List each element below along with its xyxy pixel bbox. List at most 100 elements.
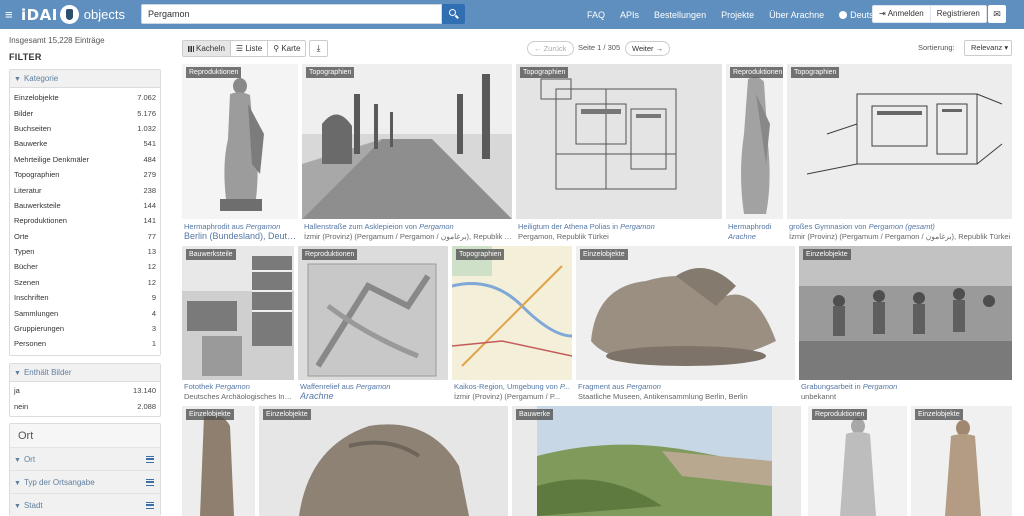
result-card[interactable]: Einzelobjekte	[182, 406, 255, 516]
card-thumbnail[interactable]: Einzelobjekte	[182, 406, 255, 516]
facet-item[interactable]: Topographien 279	[10, 167, 160, 182]
view-list-button[interactable]: ☰ Liste	[229, 41, 267, 56]
pager-next-button[interactable]: Weiter →	[625, 41, 671, 56]
card-title[interactable]: Waffenrelief aus Pergamon	[300, 382, 448, 391]
card-subtitle[interactable]: Arachne	[728, 232, 783, 241]
card-thumbnail[interactable]: Reproduktionen	[808, 406, 907, 516]
page-info: Seite 1 / 305	[578, 43, 621, 52]
result-card[interactable]: Reproduktionen Hermaphrodi Arachne	[726, 64, 783, 243]
facet-item[interactable]: nein 2.088	[10, 398, 160, 413]
card-title[interactable]: Fragment aus Pergamon	[578, 382, 795, 391]
card-title[interactable]: Fotothek Pergamon	[184, 382, 294, 391]
login-icon: ⇥	[879, 9, 886, 18]
register-button[interactable]: Registrieren	[929, 6, 986, 22]
search-button[interactable]	[442, 4, 465, 24]
facet-item[interactable]: Bauwerke 541	[10, 136, 160, 151]
list-icon[interactable]	[146, 478, 154, 486]
facet-item-label: Reproduktionen	[14, 216, 67, 226]
card-title[interactable]: Kaikos-Region, Umgebung von P...	[454, 382, 572, 391]
facet-item[interactable]: Bücher 12	[10, 259, 160, 274]
result-card[interactable]: Topographien Heiligtum der Athena Polias…	[516, 64, 722, 243]
card-thumbnail[interactable]: Topographien	[452, 246, 572, 380]
result-card[interactable]: Einzelobjekte Fragment aus Pergamon Staa…	[576, 246, 795, 402]
card-title[interactable]: Hermaphrodi	[728, 222, 783, 231]
card-thumbnail[interactable]: Einzelobjekte	[911, 406, 1012, 516]
facet-item[interactable]: Szenen 12	[10, 275, 160, 290]
contact-button[interactable]: ✉	[988, 5, 1006, 23]
facet-item[interactable]: Buchseiten 1.032	[10, 121, 160, 136]
card-title[interactable]: Grabungsarbeit in Pergamon	[801, 382, 1012, 391]
facet-typ-ortsangabe[interactable]: ▼ Typ der Ortsangabe	[10, 471, 160, 494]
result-card[interactable]: Reproduktionen	[808, 406, 907, 516]
result-card[interactable]: Topographien großes Gymnasion von Pergam…	[787, 64, 1012, 243]
result-card[interactable]: Bauwerksteile Fotothek Pergamon Deutsche…	[182, 246, 294, 402]
nav-link-faq[interactable]: FAQ	[587, 10, 605, 20]
facet-item[interactable]: Mehrteilige Denkmäler 484	[10, 152, 160, 167]
facet-item-count: 1.032	[137, 123, 156, 133]
result-card[interactable]: Einzelobjekte	[259, 406, 508, 516]
card-thumbnail[interactable]: Einzelobjekte	[799, 246, 1012, 380]
card-thumbnail[interactable]: Topographien	[302, 64, 512, 219]
card-thumbnail[interactable]: Reproduktionen	[182, 64, 298, 219]
view-map-button[interactable]: ⚲ Karte	[267, 41, 305, 56]
hamburger-menu-icon[interactable]: ≡	[5, 8, 15, 21]
nav-link-ueber-arachne[interactable]: Über Arachne	[769, 10, 824, 20]
nav-link-bestellungen[interactable]: Bestellungen	[654, 10, 706, 20]
facet-item[interactable]: Sammlungen 4	[10, 305, 160, 320]
card-title[interactable]: Heiligtum der Athena Polias in Pergamon	[518, 222, 722, 231]
statue-image	[726, 64, 783, 219]
card-title[interactable]: Hermaphrodit aus Pergamon	[184, 222, 298, 231]
nav-link-projekte[interactable]: Projekte	[721, 10, 754, 20]
facet-item[interactable]: Gruppierungen 3	[10, 321, 160, 336]
card-thumbnail[interactable]: Topographien	[516, 64, 722, 219]
card-thumbnail[interactable]: Reproduktionen	[298, 246, 448, 380]
facet-kategorie-header[interactable]: ▼ Kategorie	[10, 70, 160, 88]
result-card[interactable]: Topographien Kaikos-Region, Umgebung von…	[452, 246, 572, 402]
card-thumbnail[interactable]: Bauwerke	[512, 406, 801, 516]
search-input[interactable]	[141, 4, 442, 24]
facet-item[interactable]: ja 13.140	[10, 383, 160, 398]
card-thumbnail[interactable]: Einzelobjekte	[576, 246, 795, 380]
facet-item[interactable]: Inschriften 9	[10, 290, 160, 305]
result-card[interactable]: Reproduktionen Hermaphrodit aus Pergamon…	[182, 64, 298, 243]
pager-back-button[interactable]: ← Zurück	[527, 41, 574, 56]
result-card[interactable]: Einzelobjekte Grabungsarbeit in Pergamon…	[799, 246, 1012, 402]
card-subtitle[interactable]: Arachne	[300, 391, 448, 401]
facet-item[interactable]: Einzelobjekte 7.062	[10, 90, 160, 105]
chevron-down-icon: ▼	[14, 456, 21, 464]
card-thumbnail[interactable]: Topographien	[787, 64, 1012, 219]
facet-item[interactable]: Orte 77	[10, 229, 160, 244]
result-card[interactable]: Bauwerke	[512, 406, 801, 516]
facet-item[interactable]: Literatur 238	[10, 182, 160, 197]
facet-item[interactable]: Typen 13	[10, 244, 160, 259]
chevron-down-icon: ▼	[14, 76, 21, 83]
nav-link-apis[interactable]: APIs	[620, 10, 639, 20]
facet-item[interactable]: Reproduktionen 141	[10, 213, 160, 228]
facet-item-label: Literatur	[14, 185, 42, 195]
card-thumbnail[interactable]: Bauwerksteile	[182, 246, 294, 380]
facet-item-label: Typen	[14, 247, 35, 257]
card-title[interactable]: großes Gymnasion von Pergamon (gesamt)	[789, 222, 1012, 231]
list-icon[interactable]	[146, 501, 154, 509]
facet-item[interactable]: Bauwerksteile 144	[10, 198, 160, 213]
facet-bilder-header[interactable]: ▼ Enthält Bilder	[10, 364, 160, 382]
result-card[interactable]: Topographien Hallenstraße zum Asklepieio…	[302, 64, 512, 243]
list-icon[interactable]	[146, 455, 154, 463]
result-card[interactable]: Reproduktionen Waffenrelief aus Pergamon…	[298, 246, 448, 402]
card-thumbnail[interactable]: Reproduktionen	[726, 64, 783, 219]
facet-item[interactable]: Bilder 5.176	[10, 105, 160, 120]
login-button[interactable]: ⇥ Anmelden	[873, 6, 930, 22]
sort-select[interactable]: Relevanz ▾	[964, 40, 1012, 56]
facet-item[interactable]: Personen 1	[10, 336, 160, 351]
card-thumbnail[interactable]: Einzelobjekte	[259, 406, 508, 516]
facet-stadt[interactable]: ▼ Stadt	[10, 494, 160, 516]
view-tiles-button[interactable]: Kacheln	[183, 41, 230, 56]
idai-objects-logo[interactable]: iDAI objects	[21, 5, 125, 24]
result-card[interactable]: Einzelobjekte	[911, 406, 1012, 516]
card-title[interactable]: Hallenstraße zum Asklepieion von Pergamo…	[304, 222, 512, 231]
facet-enthaelt-bilder: ▼ Enthält Bilder ja 13.140 nein 2.088	[9, 363, 161, 417]
card-subtitle[interactable]: Berlin (Bundesland), Deutschl	[184, 231, 298, 241]
facet-ort[interactable]: ▼ Ort	[10, 448, 160, 471]
download-button[interactable]: ⤓	[309, 40, 328, 57]
facet-item-count: 3	[151, 324, 156, 334]
